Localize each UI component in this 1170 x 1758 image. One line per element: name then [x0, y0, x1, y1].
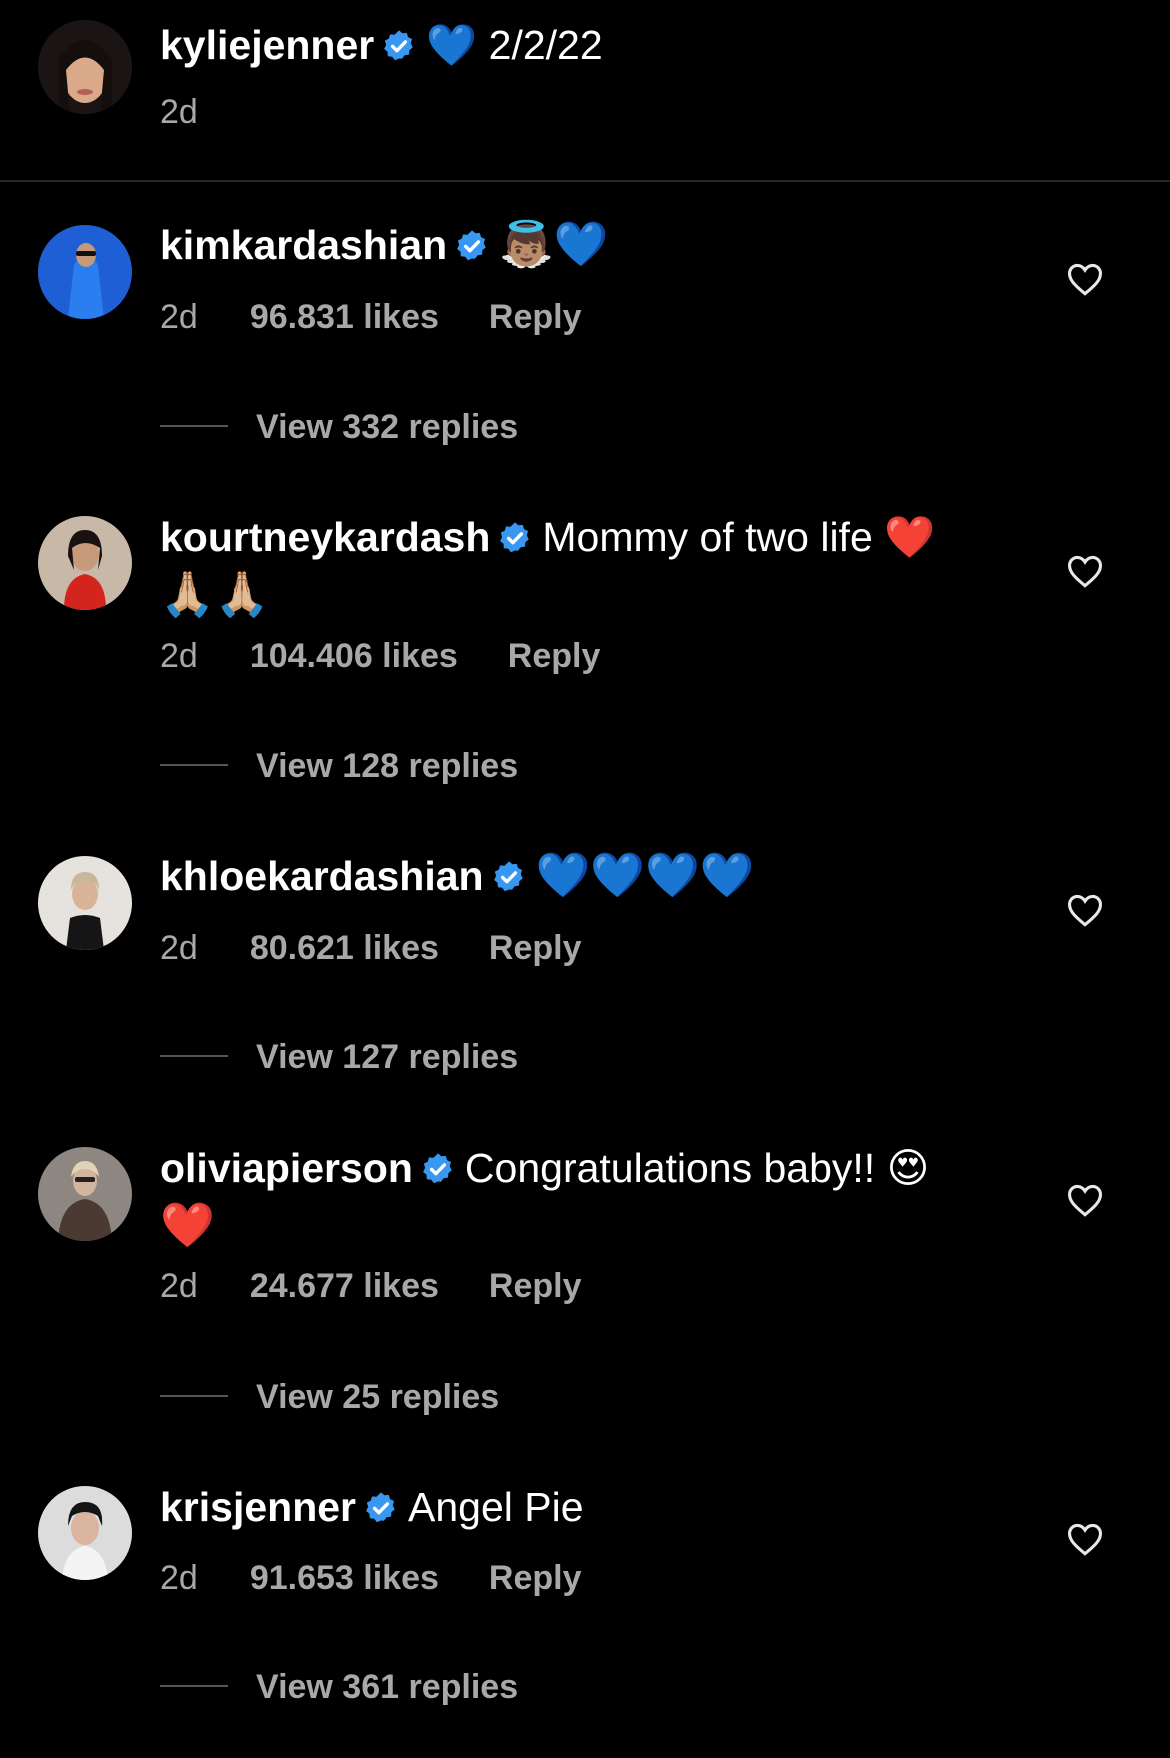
view-replies-button[interactable]: View 332 replies — [160, 405, 518, 449]
comment-age: 2d — [160, 929, 198, 967]
username[interactable]: khloekardashian — [160, 853, 484, 899]
likes-count[interactable]: 96.831 likes — [250, 298, 439, 336]
view-replies-label: View 361 replies — [256, 1668, 519, 1706]
avatar[interactable] — [38, 516, 132, 610]
reply-button[interactable]: Reply — [489, 1559, 582, 1597]
caption-text: 💙 2/2/22 — [426, 22, 603, 68]
avatar[interactable] — [38, 1486, 132, 1580]
verified-badge-icon — [457, 230, 486, 261]
replies-rule — [160, 1685, 228, 1687]
view-replies-button[interactable]: View 25 replies — [160, 1375, 499, 1419]
divider — [0, 180, 1170, 182]
comment-age: 2d — [160, 1267, 198, 1305]
comment-text-continued: 🙏🏼🙏🏼 — [160, 569, 270, 620]
view-replies-button[interactable]: View 128 replies — [160, 744, 518, 788]
verified-badge-icon — [366, 1492, 395, 1523]
replies-rule — [160, 425, 228, 427]
likes-count[interactable]: 104.406 likes — [250, 637, 458, 675]
username[interactable]: kourtneykardash — [160, 514, 490, 560]
replies-rule — [160, 764, 228, 766]
likes-count[interactable]: 80.621 likes — [250, 929, 439, 967]
comment-age: 2d — [160, 1559, 198, 1597]
comment-text: Mommy of two life ❤️ — [542, 514, 936, 560]
verified-badge-icon — [500, 522, 530, 553]
verified-badge-icon — [493, 861, 523, 892]
view-replies-label: View 127 replies — [256, 1038, 519, 1076]
avatar-image — [38, 20, 132, 114]
avatar[interactable] — [38, 20, 132, 114]
username[interactable]: oliviapierson — [160, 1145, 413, 1191]
verified-badge-icon — [423, 1153, 452, 1184]
avatar-image — [38, 516, 132, 610]
replies-rule — [160, 1395, 228, 1397]
heart-outline-icon[interactable] — [1066, 1522, 1104, 1556]
replies-rule — [160, 1055, 228, 1057]
verified-badge-icon — [384, 30, 413, 61]
comment-age: 2d — [160, 93, 198, 131]
reply-button[interactable]: Reply — [489, 929, 582, 967]
view-replies-label: View 128 replies — [256, 747, 519, 785]
heart-outline-icon[interactable] — [1066, 262, 1104, 296]
avatar-image — [38, 1486, 132, 1580]
username[interactable]: kyliejenner — [160, 22, 374, 68]
comment-age: 2d — [160, 637, 198, 675]
view-replies-label: View 332 replies — [256, 408, 519, 446]
comment-text-continued: ❤️ — [160, 1200, 215, 1251]
comment-text: Congratulations baby!! 😍 — [464, 1145, 930, 1191]
heart-outline-icon[interactable] — [1066, 1183, 1104, 1217]
username[interactable]: kimkardashian — [160, 222, 447, 268]
heart-outline-icon[interactable] — [1066, 893, 1104, 927]
comment-text: 💙💙💙💙 — [535, 850, 755, 901]
avatar-image — [38, 856, 132, 950]
username[interactable]: krisjenner — [160, 1484, 356, 1530]
avatar[interactable] — [38, 1147, 132, 1241]
view-replies-label: View 25 replies — [256, 1378, 500, 1416]
avatar[interactable] — [38, 225, 132, 319]
avatar[interactable] — [38, 856, 132, 950]
likes-count[interactable]: 24.677 likes — [250, 1267, 439, 1305]
reply-button[interactable]: Reply — [489, 1267, 582, 1305]
likes-count[interactable]: 91.653 likes — [250, 1559, 439, 1597]
view-replies-button[interactable]: View 361 replies — [160, 1665, 518, 1709]
avatar-image — [38, 1147, 132, 1241]
reply-button[interactable]: Reply — [508, 637, 601, 675]
avatar-image — [38, 225, 132, 319]
heart-outline-icon[interactable] — [1066, 554, 1104, 588]
view-replies-button[interactable]: View 127 replies — [160, 1035, 518, 1079]
comment-text: Angel Pie — [408, 1484, 584, 1530]
comment-age: 2d — [160, 298, 198, 336]
reply-button[interactable]: Reply — [489, 298, 582, 336]
comment-text: 👼🏽💙 — [499, 219, 609, 270]
